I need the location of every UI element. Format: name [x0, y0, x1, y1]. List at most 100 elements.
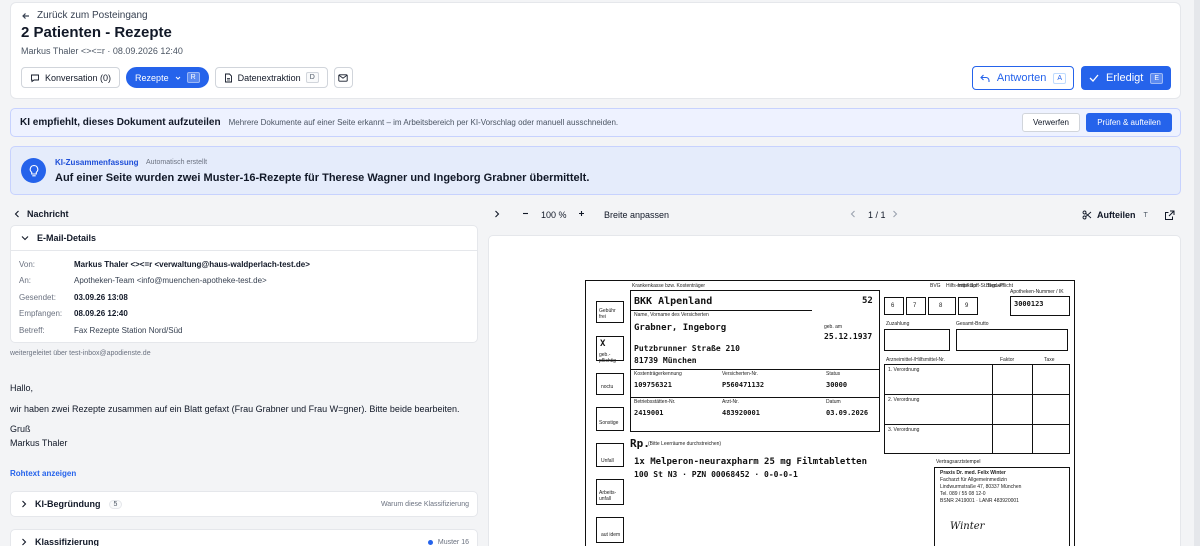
fax-amount-box [956, 329, 1068, 351]
fax-doctor-phone: Tel. 089 / 55 08 12-0 [940, 491, 986, 497]
fax-divider [630, 310, 812, 311]
fax-kk-id: 109756321 [634, 381, 672, 389]
fax-label: geb.-pflichtig [599, 352, 616, 364]
reply-button[interactable]: Antworten A [972, 66, 1074, 90]
fit-width-button[interactable]: Breite anpassen [604, 210, 669, 220]
prev-page-button[interactable] [850, 210, 856, 218]
fax-label: geb. am [824, 324, 843, 330]
email-to-value: Apotheken-Team <info@muenchen-apotheke-t… [74, 276, 267, 285]
show-raw-text-link[interactable]: Rohtext anzeigen [10, 469, 76, 478]
done-button[interactable]: Erledigt E [1081, 66, 1171, 90]
lightbulb-icon [21, 158, 46, 183]
email-sent-value: 03.09.26 13:08 [74, 293, 128, 302]
chevron-left-icon [14, 210, 20, 218]
tab-bar: Konversation (0) Rezepte R Datenextrakti… [21, 67, 353, 88]
next-page-button[interactable] [892, 210, 898, 218]
fax-label: Krankenkasse bzw. Kostenträger [632, 283, 706, 289]
email-body: wir haben zwei Rezepte zusammen auf ein … [10, 404, 460, 414]
chevron-right-icon [494, 210, 500, 218]
tab-conversation[interactable]: Konversation (0) [21, 67, 121, 88]
classification-accordion[interactable]: Klassifizierung Muster 16 [10, 529, 478, 546]
tab-conversation-label: Konversation (0) [45, 72, 112, 83]
fax-label: aut idem [601, 532, 621, 538]
fax-digit: 8 [939, 303, 943, 309]
fax-label: Begr.-Pflicht [986, 283, 1013, 289]
fax-city: 81739 München [634, 356, 697, 365]
ai-summary-card: KI-Zusammenfassung Automatisch erstellt … [10, 146, 1181, 195]
forwarded-note: weitergeleitet über test-inbox@apodienst… [10, 350, 151, 357]
fax-status: 30000 [826, 381, 848, 389]
email-details-card: E-Mail-Details Von: Markus Thaler <><=r … [10, 225, 478, 343]
split-document-button[interactable]: Aufteilen T [1082, 210, 1151, 220]
email-button[interactable] [333, 67, 353, 88]
document-viewer[interactable]: Gebühr frei Xgeb.-pflichtig noctu Sonsti… [488, 235, 1181, 546]
classification-title: Klassifizierung [35, 537, 100, 546]
fax-insurer: BKK Alpenland [634, 296, 713, 307]
ai-reasoning-hint: Warum diese Klassifizierung [380, 500, 469, 508]
fax-label: Arbeits-unfall [599, 490, 617, 502]
fax-label: Apotheken-Nummer / IK [1010, 289, 1064, 295]
discard-button[interactable]: Verwerfen [1022, 113, 1080, 132]
fax-side-box: noctu [596, 373, 624, 395]
fax-doctor-address: Lindwurmstraße 47, 80337 München [940, 484, 1022, 490]
zoom-in-button[interactable] [578, 210, 585, 217]
fax-label: Sonstige [599, 420, 619, 426]
tab-prescriptions-label: Rezepte [135, 72, 169, 83]
fax-insured-no: P560471132 [722, 381, 765, 389]
ai-reasoning-accordion[interactable]: KI-Begründung 5 Warum diese Klassifizier… [10, 491, 478, 517]
ai-summary-label: KI-Zusammenfassung [55, 158, 139, 167]
fax-drug-line-1: 1x Melperon-neuraxpharm 25 mg Filmtablet… [634, 457, 867, 467]
fax-divider [992, 364, 993, 454]
fax-rp: Rp. [630, 437, 650, 450]
page-indicator: 1 / 1 [868, 210, 886, 220]
fax-label: Datum [826, 399, 841, 405]
fax-label: Kostenträgerkennung [634, 371, 682, 377]
split-banner-description: Mehrere Dokumente auf einer Seite erkann… [228, 118, 619, 127]
chevron-down-icon [174, 74, 182, 82]
open-external-button[interactable] [1164, 210, 1175, 221]
tab-data-extraction-label: Datenextraktion [237, 72, 301, 83]
email-details-toggle[interactable]: E-Mail-Details [11, 226, 477, 251]
arrow-left-icon [21, 11, 31, 21]
plus-icon [578, 210, 585, 217]
tab-data-extraction[interactable]: Datenextraktion D [214, 67, 328, 88]
split-document-label: Aufteilen [1097, 210, 1136, 220]
email-row-label: Gesendet: [19, 293, 56, 302]
back-to-inbox-link[interactable]: Zurück zum Posteingang [21, 10, 148, 21]
fax-patient-name: Grabner, Ingeborg [634, 323, 727, 333]
fax-doctor-ids: BSNR 2419001 · LANR 483920001 [940, 498, 1019, 504]
email-row-label: Empfangen: [19, 309, 63, 318]
email-row-label: Von: [19, 260, 36, 269]
fax-divider [884, 394, 1070, 395]
fax-pharmacy-no: 3000123 [1014, 300, 1044, 308]
fax-doctor-name: Praxis Dr. med. Felix Winter [940, 470, 1006, 476]
zoom-out-button[interactable] [522, 210, 529, 217]
email-received-value: 08.09.26 12:40 [74, 309, 128, 318]
reply-icon [980, 74, 990, 83]
message-nav-button[interactable]: Nachricht [14, 209, 69, 219]
shortcut-badge: T [1143, 211, 1148, 219]
page-scrollbar[interactable] [1194, 0, 1200, 546]
ai-summary-text: Auf einer Seite wurden zwei Muster-16-Re… [55, 172, 590, 184]
fax-digit: 9 [965, 303, 969, 309]
shortcut-badge: E [1150, 72, 1163, 84]
expand-panel-button[interactable] [494, 210, 500, 218]
fax-divider [884, 424, 1070, 425]
fax-amount-box [884, 329, 950, 351]
fax-label: Taxe [1044, 357, 1055, 363]
fax-digit-box: 6 [884, 297, 904, 315]
external-link-icon [1164, 210, 1175, 221]
fax-label: Betriebsstätten-Nr. [634, 399, 676, 405]
fax-label: Arzneimittel-/Hilfsmittel-Nr. [886, 357, 945, 363]
check-and-split-button[interactable]: Prüfen & aufteilen [1086, 113, 1172, 132]
tab-prescriptions[interactable]: Rezepte R [126, 67, 209, 88]
email-signature: Markus Thaler [10, 438, 68, 448]
classification-value-wrap: Muster 16 [427, 539, 469, 546]
fax-label: 2. Verordnung [888, 397, 920, 403]
fax-label: (Bitte Leerräume durchstreichen) [648, 441, 722, 447]
mail-icon [338, 73, 348, 82]
fax-label: Unfall [601, 458, 614, 464]
fax-digit-box: 7 [906, 297, 926, 315]
reply-button-label: Antworten [996, 72, 1047, 84]
minus-icon [522, 210, 529, 217]
